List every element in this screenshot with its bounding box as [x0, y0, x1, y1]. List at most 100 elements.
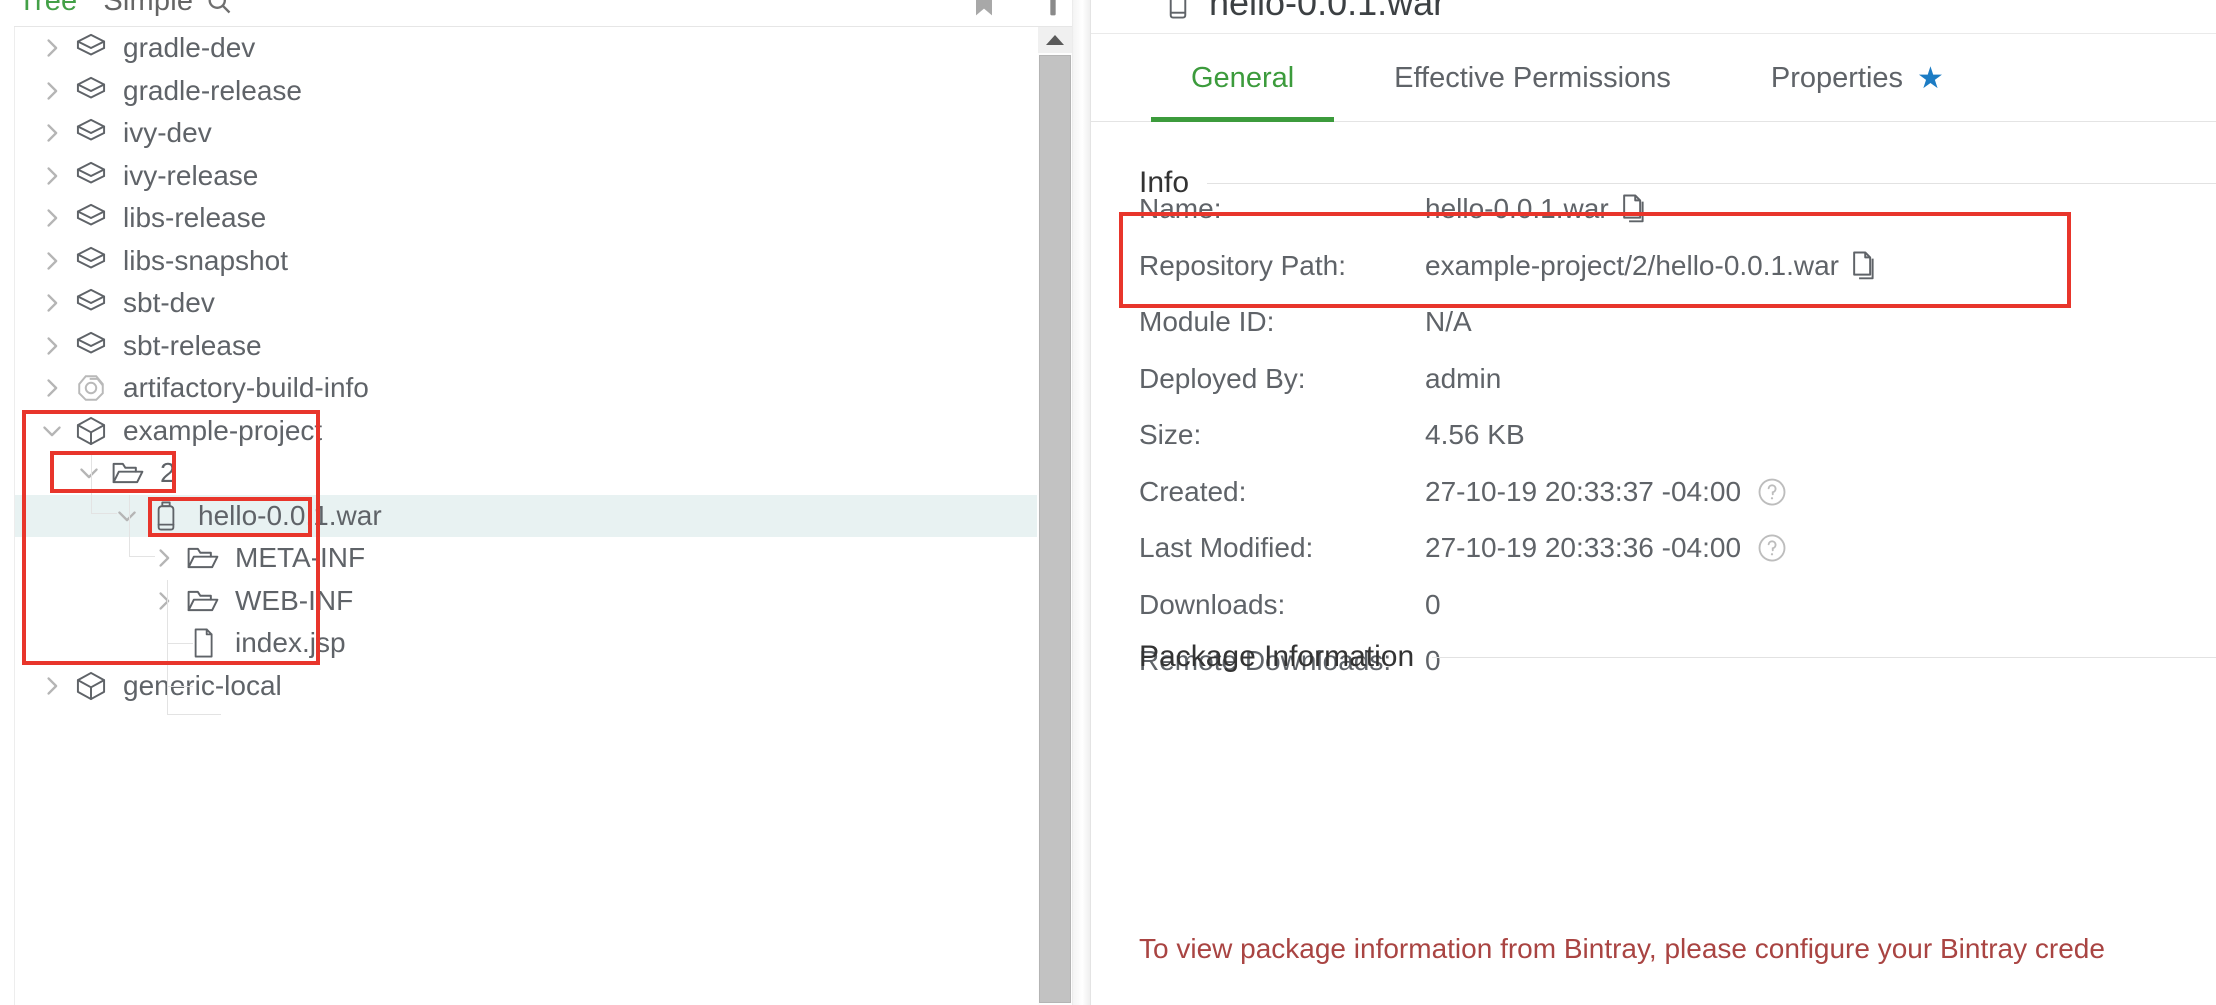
tree-node-artifactory-build-info[interactable]: artifactory-build-info: [15, 367, 1037, 410]
info-row-value: example-project/2/hello-0.0.1.war: [1425, 249, 1839, 281]
info-row-value: 27-10-19 20:33:36 -04:00: [1425, 532, 1742, 564]
tree-node-label: generic-local: [123, 669, 282, 701]
search-icon[interactable]: [205, 0, 233, 16]
tree-node-meta-inf[interactable]: META-INF: [15, 537, 1037, 580]
panel-resize-handle[interactable]: [1072, 0, 1090, 1005]
package-information-note: To view package information from Bintray…: [1139, 933, 2105, 964]
chevron-right-icon[interactable]: [35, 197, 69, 239]
tree-node-sbt-release[interactable]: sbt-release: [15, 325, 1037, 368]
info-row-label: Name:: [1139, 193, 1222, 225]
chevron-right-icon[interactable]: [35, 112, 69, 154]
info-row-value-wrap: 27-10-19 20:33:36 -04:00: [1425, 532, 1787, 564]
info-row-value: 4.56 KB: [1425, 419, 1525, 451]
repository-icon: [69, 201, 113, 235]
detail-header: hello-0.0.1.war: [1091, 0, 2216, 34]
info-row-value: hello-0.0.1.war: [1425, 193, 1609, 225]
tab-simple[interactable]: Simple: [103, 0, 193, 20]
copy-icon[interactable]: [1619, 193, 1649, 225]
tree-node-index-jsp[interactable]: index.jsp: [15, 622, 1037, 665]
info-row-label: Repository Path:: [1139, 249, 1346, 281]
scrollbar-thumb[interactable]: [1039, 55, 1071, 1003]
chevron-right-icon[interactable]: [35, 325, 69, 367]
tab-properties[interactable]: Properties ★: [1731, 36, 1984, 122]
tab-tree-label: Tree: [18, 0, 78, 17]
info-row-value-wrap: example-project/2/hello-0.0.1.war: [1425, 250, 1879, 282]
tree-node-label: hello-0.0.1.war: [198, 499, 382, 531]
folder-icon: [181, 543, 225, 573]
tree-guide-branch-3: [167, 714, 221, 715]
tree-scroll-area[interactable]: gradle-dev gradle-release ivy-dev ivy-relea…: [14, 27, 1072, 1005]
info-row: Created: 27-10-19 20:33:37 -04:00: [1139, 471, 2216, 514]
info-row: Module ID: N/A: [1139, 301, 2216, 344]
tree-node-example-project[interactable]: example-project: [15, 410, 1037, 453]
info-row-value-wrap: 27-10-19 20:33:37 -04:00: [1425, 476, 1787, 508]
tab-label: General: [1191, 62, 1295, 94]
chevron-right-icon[interactable]: [35, 367, 69, 409]
scroll-up-arrow-icon[interactable]: [1038, 27, 1072, 53]
chevron-right-icon[interactable]: [35, 665, 69, 707]
chevron-right-icon[interactable]: [35, 27, 69, 69]
chevron-right-icon[interactable]: [35, 240, 69, 282]
chevron-down-icon[interactable]: [72, 452, 106, 494]
package-heading-rule: [1432, 656, 2216, 658]
tree-node-label: gradle-dev: [123, 32, 256, 64]
info-row: Deployed By: admin: [1139, 358, 2216, 401]
tree-node-gradle-dev[interactable]: gradle-dev: [15, 27, 1037, 70]
tree-node-gradle-release[interactable]: gradle-release: [15, 70, 1037, 113]
tree-node-hello-0-0-1-war[interactable]: hello-0.0.1.war: [15, 494, 1037, 537]
bookmark-icon[interactable]: [968, 0, 1000, 18]
tab-general[interactable]: General: [1151, 36, 1335, 122]
tree-node-web-inf[interactable]: WEB-INF: [15, 580, 1037, 623]
chevron-right-icon[interactable]: [35, 282, 69, 324]
help-icon[interactable]: [1757, 533, 1787, 563]
chevron-down-icon[interactable]: [110, 495, 144, 537]
star-icon[interactable]: ★: [1917, 61, 1944, 96]
info-row-label: Module ID:: [1139, 306, 1275, 338]
chevron-right-icon[interactable]: [35, 155, 69, 197]
chevron-down-icon[interactable]: [35, 410, 69, 452]
chevron-right-icon[interactable]: [147, 537, 181, 579]
tree-node-2[interactable]: 2: [15, 452, 1037, 495]
info-row: Size: 4.56 KB: [1139, 414, 2216, 457]
tree-node-label: libs-snapshot: [123, 244, 288, 276]
archive-icon: [1163, 0, 1193, 20]
repository-tree: gradle-dev gradle-release ivy-dev ivy-relea…: [15, 27, 1037, 707]
info-row-label: Last Modified:: [1139, 532, 1314, 564]
tab-tree[interactable]: Tree: [18, 0, 77, 20]
info-row-value: 0: [1425, 588, 1441, 620]
tree-scrollbar[interactable]: [1038, 27, 1072, 1005]
tree-node-label: ivy-release: [123, 159, 259, 191]
tab-label: Properties: [1770, 62, 1904, 94]
detail-panel: hello-0.0.1.war General Effective Permiss…: [1090, 0, 2216, 1005]
info-row-value-wrap: 0: [1425, 589, 1441, 621]
archive-icon: [144, 500, 188, 532]
tree-node-label: index.jsp: [235, 627, 346, 659]
chevron-right-icon[interactable]: [35, 70, 69, 112]
more-options-icon[interactable]: [1046, 0, 1060, 18]
tree-node-ivy-release[interactable]: ivy-release: [15, 155, 1037, 198]
info-row-value-wrap: hello-0.0.1.war: [1425, 193, 1649, 225]
tree-node-sbt-dev[interactable]: sbt-dev: [15, 282, 1037, 325]
chevron-right-icon[interactable]: [147, 580, 181, 622]
info-row: Repository Path: example-project/2/hello-…: [1139, 245, 2216, 288]
tab-label: Effective Permissions: [1394, 62, 1671, 94]
tree-node-label: META-INF: [235, 542, 366, 574]
info-row-label: Size:: [1139, 419, 1202, 451]
tree-node-label: sbt-dev: [123, 287, 215, 319]
tree-node-generic-local[interactable]: generic-local: [15, 665, 1037, 708]
repository-icon: [69, 159, 113, 193]
info-row: Name: hello-0.0.1.war: [1139, 188, 2216, 231]
tree-node-libs-snapshot[interactable]: libs-snapshot: [15, 240, 1037, 283]
build-info-icon: [69, 371, 113, 405]
repository-icon: [69, 116, 113, 150]
tree-node-ivy-dev[interactable]: ivy-dev: [15, 112, 1037, 155]
tree-node-label: libs-release: [123, 202, 267, 234]
help-icon[interactable]: [1757, 477, 1787, 507]
tree-node-libs-release[interactable]: libs-release: [15, 197, 1037, 240]
repository-icon: [69, 244, 113, 278]
folder-icon: [181, 586, 225, 616]
file-icon: [181, 627, 225, 659]
copy-icon[interactable]: [1849, 250, 1879, 282]
tab-effective-permissions[interactable]: Effective Permissions: [1354, 36, 1711, 122]
info-row-value-wrap: N/A: [1425, 306, 1472, 338]
